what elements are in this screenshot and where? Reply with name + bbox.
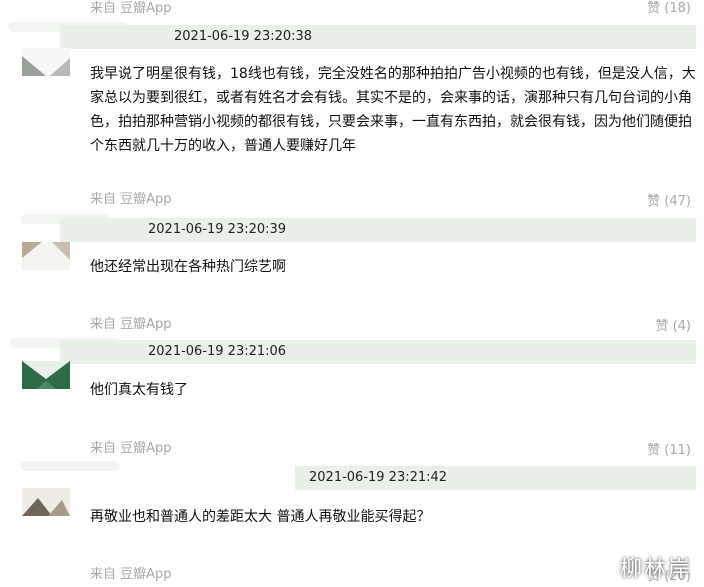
comment-header: 2021-06-19 23:20:39	[60, 218, 696, 242]
comment-text: 再敬业也和普通人的差距太大 普通人再敬业能买得起？	[90, 509, 431, 525]
comment-source: 来自 豆瓣App	[90, 192, 172, 207]
comment-timestamp: 2021-06-19 23:20:38	[174, 29, 313, 44]
like-button[interactable]: 赞 (11)	[647, 439, 691, 458]
comment-header: 2021-06-19 23:21:42	[295, 466, 696, 490]
comment-header: 2021-06-19 23:20:38	[60, 25, 696, 49]
comment-text: 他们真太有钱了	[90, 382, 188, 398]
avatar[interactable]	[22, 242, 70, 270]
comment-timestamp: 2021-06-19 23:20:39	[148, 222, 287, 237]
like-button[interactable]: 赞 (4)	[655, 315, 691, 334]
comment-source: 来自 豆瓣App	[90, 1, 172, 16]
avatar[interactable]	[22, 361, 70, 389]
comment-text: 他还经常出现在各种热门综艺啊	[90, 259, 286, 275]
avatar[interactable]	[22, 48, 70, 76]
comment-timestamp: 2021-06-19 23:21:06	[148, 344, 287, 359]
comment-source: 来自 豆瓣App	[90, 317, 172, 332]
watermark: 柳林岸	[619, 557, 692, 582]
like-button[interactable]: 赞 (18)	[647, 0, 691, 16]
like-button[interactable]: 赞 (47)	[647, 190, 691, 209]
comment-source: 来自 豆瓣App	[90, 441, 172, 456]
username-blurred	[20, 461, 120, 471]
comment-text: 我早说了明星很有钱，18线也有钱，完全没姓名的那种拍拍广告小视频的也有钱，但是没…	[90, 66, 696, 154]
avatar[interactable]	[22, 488, 70, 516]
comment-timestamp: 2021-06-19 23:21:42	[309, 470, 448, 485]
comment-source: 来自 豆瓣App	[90, 567, 172, 582]
comment-header: 2021-06-19 23:21:06	[60, 340, 696, 364]
